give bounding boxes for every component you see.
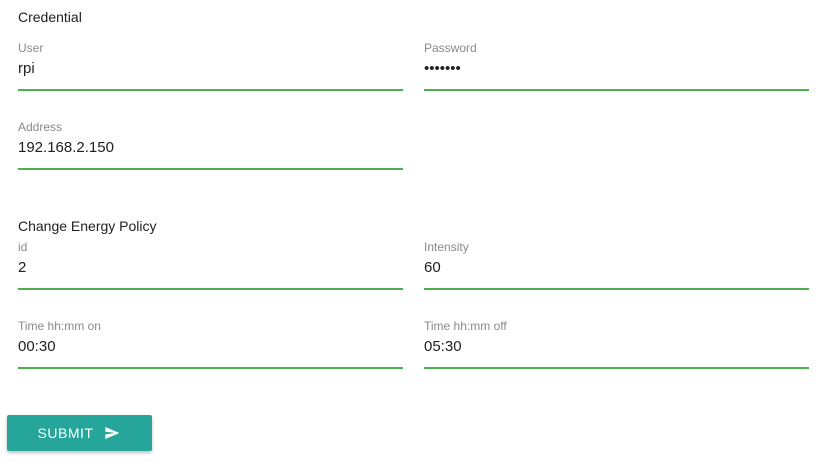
submit-button[interactable]: SUBMIT [7, 415, 152, 451]
time-off-input[interactable]: 05:30 [424, 338, 809, 360]
user-label: User [18, 41, 44, 55]
time-off-field: Time hh:mm off 05:30 [424, 319, 809, 399]
id-underline [18, 288, 403, 290]
user-input[interactable]: rpi [18, 60, 403, 82]
time-on-label: Time hh:mm on [18, 319, 101, 333]
intensity-underline [424, 288, 809, 290]
time-on-field: Time hh:mm on 00:30 [18, 319, 403, 399]
time-off-underline [424, 367, 809, 369]
id-label: id [18, 240, 28, 254]
password-input[interactable]: ••••••• [424, 60, 809, 82]
time-on-underline [18, 367, 403, 369]
user-field: User rpi [18, 41, 403, 121]
submit-label: SUBMIT [37, 425, 94, 441]
credential-title: Credential [18, 9, 82, 25]
address-underline [18, 168, 403, 170]
user-underline [18, 89, 403, 91]
address-label: Address [18, 120, 63, 134]
address-input[interactable]: 192.168.2.150 [18, 139, 403, 161]
intensity-input[interactable]: 60 [424, 259, 809, 281]
id-input[interactable]: 2 [18, 259, 403, 281]
password-label: Password [424, 41, 477, 55]
password-underline [424, 89, 809, 91]
send-icon [103, 425, 121, 441]
address-field: Address 192.168.2.150 [18, 120, 403, 200]
intensity-label: Intensity [424, 240, 469, 254]
id-field: id 2 [18, 240, 403, 320]
time-on-input[interactable]: 00:30 [18, 338, 403, 360]
password-field: Password ••••••• [424, 41, 809, 121]
time-off-label: Time hh:mm off [424, 319, 507, 333]
intensity-field: Intensity 60 [424, 240, 809, 320]
energy-policy-title: Change Energy Policy [18, 218, 157, 234]
